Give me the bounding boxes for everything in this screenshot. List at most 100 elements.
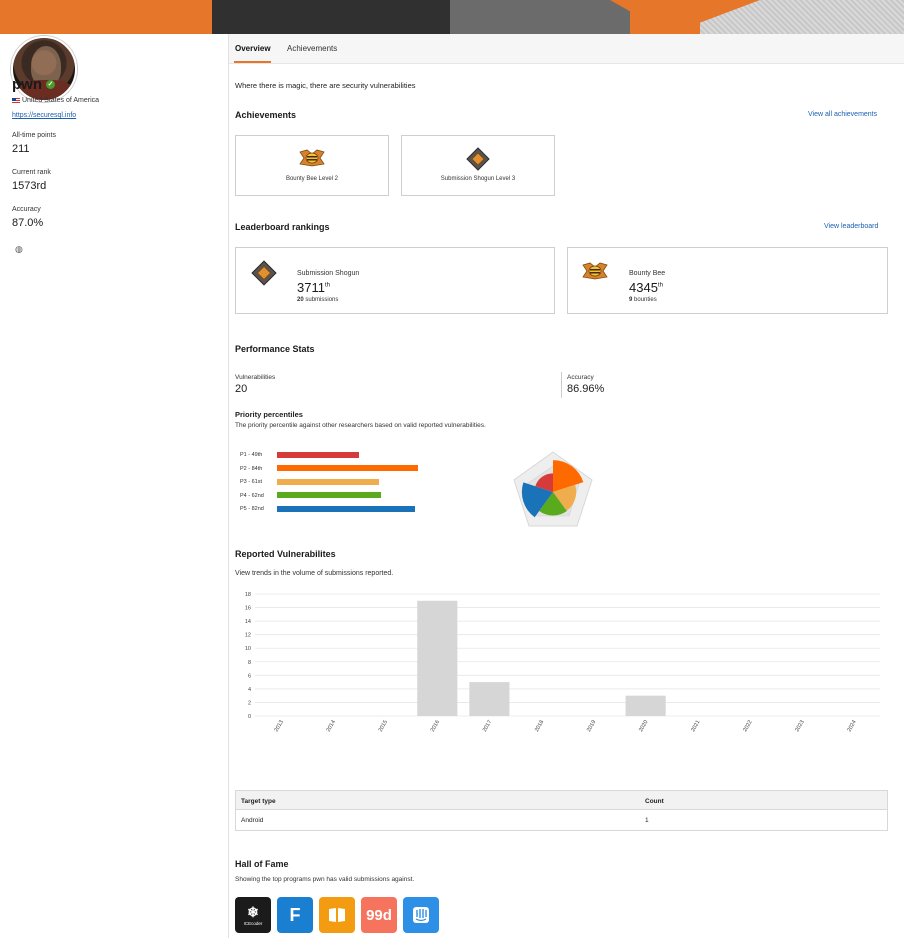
intercom-icon	[413, 907, 429, 923]
count-unit: submissions	[305, 297, 339, 303]
y-tick-label: 10	[245, 646, 251, 652]
leaderboard-card-shogun[interactable]: Submission Shogun 3711th 20 submissions	[235, 247, 555, 314]
y-tick-label: 18	[245, 592, 251, 598]
y-tick-label: 6	[248, 673, 251, 679]
hof-logo-99designs[interactable]: 99d	[361, 897, 397, 933]
x-tick-label: 2023	[794, 719, 805, 733]
priority-bar-label: P2 - 84th	[240, 465, 263, 472]
globe-icon[interactable]: ◍	[15, 244, 23, 255]
priority-subtitle: The priority percentile against other re…	[235, 422, 486, 429]
priority-bar	[277, 451, 360, 458]
profile-banner	[0, 0, 904, 34]
table-row: Android 1	[236, 810, 887, 830]
priority-bar	[277, 492, 382, 498]
profile-tabs: Overview Achievements	[229, 34, 904, 64]
y-tick-label: 0	[248, 714, 251, 720]
tab-achievements[interactable]: Achievements	[287, 44, 337, 53]
priority-bar	[277, 505, 415, 512]
x-tick-label: 2017	[482, 719, 493, 733]
priority-bar	[277, 465, 419, 471]
leaderboard-heading: Leaderboard rankings	[235, 222, 330, 232]
stat-label-rank: Current rank	[12, 169, 51, 176]
y-tick-label: 16	[245, 606, 251, 612]
x-tick-label: 2020	[638, 719, 649, 733]
view-leaderboard-link[interactable]: View leaderboard	[824, 223, 878, 230]
y-tick-label: 8	[248, 660, 251, 666]
x-tick-label: 2015	[378, 719, 389, 733]
shogun-badge-icon	[251, 260, 277, 286]
table-cell-count: 1	[645, 817, 649, 824]
priority-heading: Priority percentiles	[235, 410, 303, 419]
table-header-count: Count	[645, 798, 664, 805]
stat-value-points: 211	[12, 143, 30, 155]
hof-logo-text: ICEcoder	[243, 921, 263, 926]
target-type-table: Target type Count Android 1	[235, 790, 888, 831]
x-tick-label: 2019	[586, 719, 597, 733]
x-tick-label: 2021	[690, 719, 701, 733]
table-header-target-type: Target type	[241, 798, 276, 805]
rank-value: 3711	[297, 280, 325, 295]
snowflake-icon: ❄	[247, 904, 259, 920]
y-tick-label: 4	[248, 687, 251, 693]
performance-heading: Performance Stats	[235, 344, 315, 354]
leaderboard-rank: 4345th	[629, 280, 663, 295]
hof-logo-intercom[interactable]	[403, 897, 439, 933]
priority-radar-chart	[513, 451, 593, 527]
rank-suffix: th	[324, 282, 330, 289]
reported-subtitle: View trends in the volume of submissions…	[235, 570, 394, 577]
leaderboard-count: 20 submissions	[297, 297, 338, 303]
leaderboard-name: Bounty Bee	[629, 270, 666, 277]
website-link[interactable]: https://securesql.info	[12, 112, 76, 119]
view-all-achievements-link[interactable]: View all achievements	[808, 111, 877, 118]
hof-logo-book[interactable]	[319, 897, 355, 933]
hof-logo-fanduel[interactable]: F	[277, 897, 313, 933]
count-value: 20	[297, 297, 304, 303]
us-flag-icon	[12, 97, 20, 103]
y-tick-label: 14	[245, 619, 251, 625]
active-tab-indicator	[234, 61, 271, 63]
leaderboard-rank: 3711th	[297, 280, 330, 295]
stats-divider	[561, 372, 562, 398]
chart-bar	[625, 695, 666, 716]
stat-value-accuracy: 87.0%	[12, 217, 44, 229]
x-tick-label: 2018	[534, 719, 545, 733]
username-row: pwn ✓	[12, 76, 55, 93]
vulnerabilities-value: 20	[235, 383, 248, 395]
leaderboard-count: 9 bounties	[629, 297, 657, 303]
reported-heading: Reported Vulnerabilites	[235, 549, 336, 559]
accuracy-value: 86.96%	[567, 383, 605, 395]
priority-bar	[277, 478, 380, 485]
priority-bar-label: P3 - 61st	[240, 479, 263, 485]
profile-sidebar: pwn ✓ United States of America https://s…	[0, 34, 229, 938]
achievements-heading: Achievements	[235, 110, 297, 120]
hof-logo-icecoder[interactable]: ❄ ICEcoder	[235, 897, 271, 933]
rank-suffix: th	[657, 282, 663, 289]
leaderboard-name: Submission Shogun	[297, 270, 360, 277]
stat-label-points: All-time points	[12, 132, 56, 139]
count-value: 9	[629, 297, 633, 303]
achievement-label: Submission Shogun Level 3	[440, 176, 516, 182]
hall-of-fame-subtitle: Showing the top programs pwn has valid s…	[235, 876, 415, 883]
y-tick-label: 12	[245, 633, 251, 639]
table-cell-target: Android	[241, 817, 264, 824]
fanduel-shield-icon: F	[289, 904, 301, 925]
shogun-badge-icon	[466, 147, 490, 171]
bee-badge-icon	[582, 262, 608, 280]
book-icon	[329, 908, 345, 922]
rank-value: 4345	[629, 280, 658, 295]
achievement-card[interactable]: Submission Shogun Level 3	[401, 135, 555, 196]
achievement-card[interactable]: Bounty Bee Level 2	[235, 135, 389, 196]
table-header: Target type Count	[236, 791, 887, 810]
chart-bar	[469, 682, 510, 716]
hall-of-fame-heading: Hall of Fame	[235, 859, 289, 869]
x-tick-label: 2024	[846, 719, 857, 733]
x-tick-label: 2013	[274, 719, 285, 733]
accuracy-label: Accuracy	[567, 374, 594, 381]
leaderboard-card-bee[interactable]: Bounty Bee 4345th 9 bounties	[567, 247, 888, 314]
x-tick-label: 2014	[326, 719, 337, 733]
bee-badge-icon	[299, 149, 325, 167]
tab-overview[interactable]: Overview	[235, 44, 271, 53]
vulnerabilities-label: Vulnerabilities	[235, 374, 276, 381]
verified-icon: ✓	[46, 80, 55, 89]
username: pwn	[12, 76, 42, 93]
